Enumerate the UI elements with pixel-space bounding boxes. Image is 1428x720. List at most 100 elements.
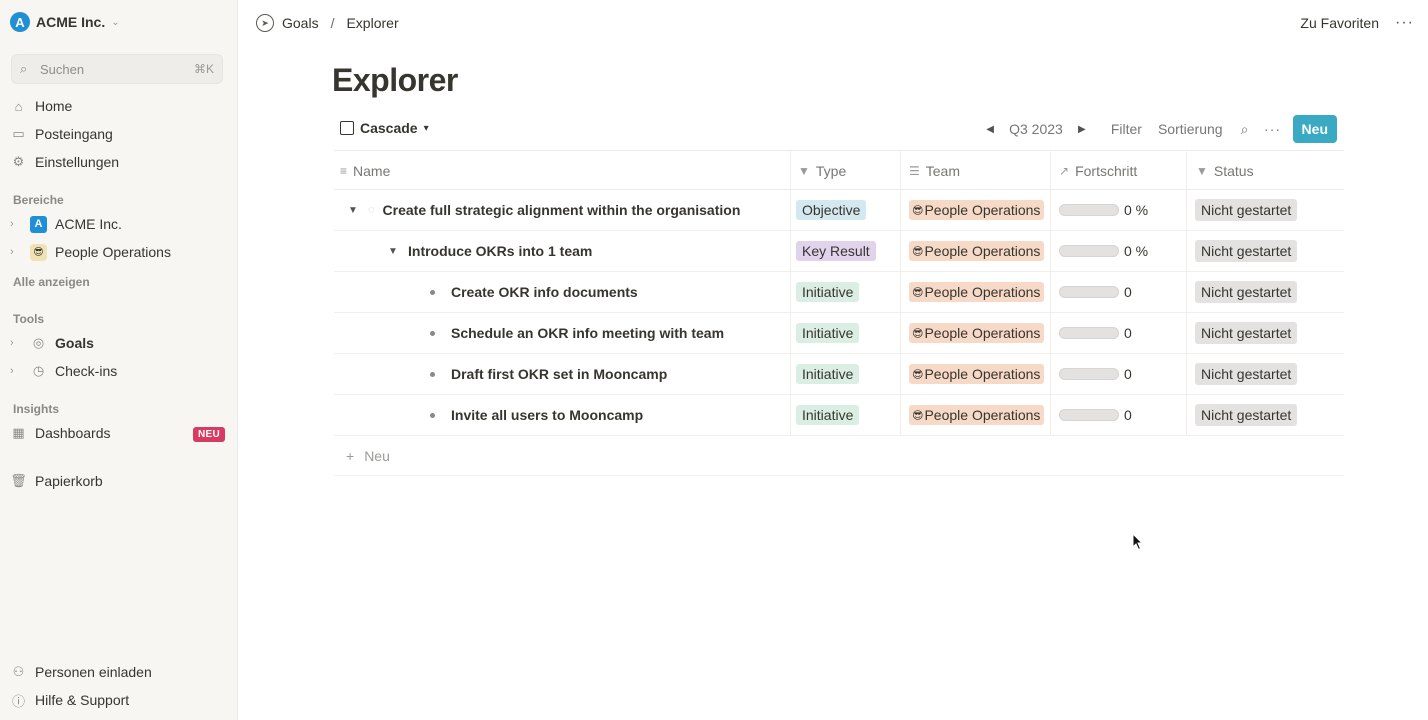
compass-icon: ◎: [32, 335, 45, 350]
more-options-icon[interactable]: ···: [1395, 14, 1414, 32]
sidebar-item-trash[interactable]: 🗑 Papierkorb: [10, 469, 102, 493]
name-cell[interactable]: Schedule an OKR info meeting with team: [430, 313, 724, 353]
search-icon[interactable]: ⌕: [1231, 121, 1259, 138]
sidebar-item-home[interactable]: ⌂ Home: [10, 94, 73, 118]
goal-name[interactable]: Schedule an OKR info meeting with team: [451, 325, 724, 341]
type-cell[interactable]: Initiative: [796, 313, 860, 353]
team-cell[interactable]: 😎 People Operations: [909, 190, 1045, 230]
more-options-icon[interactable]: ···: [1259, 121, 1287, 137]
previous-period-button[interactable]: ◀: [979, 124, 1001, 135]
add-favorite-button[interactable]: Zu Favoriten: [1300, 15, 1379, 31]
progress-cell[interactable]: 0: [1059, 354, 1132, 394]
type-cell[interactable]: Initiative: [796, 272, 860, 312]
status-cell[interactable]: Nicht gestartet: [1195, 354, 1298, 394]
team-cell[interactable]: 😎 People Operations: [909, 354, 1045, 394]
type-cell[interactable]: Objective: [796, 190, 867, 230]
column-header-type[interactable]: ▼ Type: [792, 151, 846, 191]
type-cell[interactable]: Initiative: [796, 395, 860, 435]
help-support-button[interactable]: ⓘ Hilfe & Support: [10, 688, 129, 712]
team-cell[interactable]: 😎 People Operations: [909, 395, 1045, 435]
type-cell[interactable]: Initiative: [796, 354, 860, 394]
chevron-right-icon[interactable]: ›: [10, 246, 22, 258]
column-label: Type: [815, 163, 847, 179]
status-cell[interactable]: Nicht gestartet: [1195, 313, 1298, 353]
progress-cell[interactable]: 0: [1059, 395, 1132, 435]
sort-button[interactable]: Sortierung: [1150, 121, 1231, 137]
column-header-team[interactable]: ☰ Team: [903, 151, 960, 191]
name-cell[interactable]: ▼ ◌ Create full strategic alignment within…: [346, 190, 740, 230]
progress-cell[interactable]: 0 %: [1059, 190, 1148, 230]
status-cell[interactable]: Nicht gestartet: [1195, 231, 1298, 271]
column-header-progress[interactable]: ↗ Fortschritt: [1053, 151, 1137, 191]
progress-cell[interactable]: 0: [1059, 313, 1132, 353]
grid-icon: ▦: [12, 425, 25, 440]
column-divider: [900, 150, 901, 436]
sidebar-item-people-operations[interactable]: › 😎 People Operations: [8, 240, 171, 264]
goal-name[interactable]: Invite all users to Mooncamp: [451, 407, 643, 423]
sidebar-item-acme[interactable]: › A ACME Inc.: [8, 212, 122, 236]
team-cell[interactable]: 😎 People Operations: [909, 272, 1045, 312]
column-divider: [790, 150, 791, 436]
progress-cell[interactable]: 0 %: [1059, 231, 1148, 271]
table-row[interactable]: Draft first OKR set in Mooncamp Initiativ…: [334, 354, 1344, 395]
sidebar-item-label: Goals: [55, 335, 94, 351]
team-tag: 😎 People Operations: [909, 364, 1045, 384]
team-emoji-icon: 😎: [912, 409, 924, 422]
expand-toggle-icon[interactable]: ▼: [386, 246, 400, 257]
goals-table: ≡ Name ▼ Type ☰ Team ↗ Fortschritt ▼ Sta…: [334, 150, 1344, 476]
chevron-right-icon[interactable]: ›: [10, 337, 22, 349]
team-name: People Operations: [924, 202, 1041, 218]
table-row[interactable]: Schedule an OKR info meeting with team In…: [334, 313, 1344, 354]
table-row[interactable]: Invite all users to Mooncamp Initiative 😎 P…: [334, 395, 1344, 436]
plus-icon: +: [346, 447, 355, 464]
table-row[interactable]: Create OKR info documents Initiative 😎 Peop…: [334, 272, 1344, 313]
table-row[interactable]: ▼ ◌ Create full strategic alignment within…: [334, 190, 1344, 231]
sidebar-item-inbox[interactable]: ▭ Posteingang: [10, 122, 113, 146]
team-name: People Operations: [924, 243, 1041, 259]
progress-cell[interactable]: 0: [1059, 272, 1132, 312]
column-header-name[interactable]: ≡ Name: [334, 151, 390, 191]
chevron-right-icon[interactable]: ›: [10, 365, 22, 377]
section-label-areas: Bereiche: [13, 193, 64, 207]
goal-name[interactable]: Create full strategic alignment within t…: [383, 202, 741, 218]
add-row-button[interactable]: + Neu: [334, 436, 1344, 476]
breadcrumb-explorer[interactable]: Explorer: [346, 15, 398, 31]
search-input[interactable]: ⌕ Suchen ⌘K: [11, 54, 223, 84]
status-cell[interactable]: Nicht gestartet: [1195, 190, 1298, 230]
status-cell[interactable]: Nicht gestartet: [1195, 272, 1298, 312]
goal-name[interactable]: Introduce OKRs into 1 team: [408, 243, 592, 259]
status-badge: Nicht gestartet: [1195, 322, 1298, 344]
sidebar-item-dashboards[interactable]: ▦ Dashboards: [10, 421, 110, 445]
name-cell[interactable]: Create OKR info documents: [430, 272, 638, 312]
column-header-status[interactable]: ▼ Status: [1190, 151, 1254, 191]
status-cell[interactable]: Nicht gestartet: [1195, 395, 1298, 435]
team-name: People Operations: [924, 284, 1041, 300]
sidebar-item-goals[interactable]: › ◎ Goals: [8, 331, 94, 355]
filter-button[interactable]: Filter: [1103, 121, 1150, 137]
view-name: Cascade: [360, 120, 418, 136]
section-label-insights: Insights: [13, 402, 60, 416]
workspace-switcher[interactable]: A ACME Inc. ⌄: [10, 11, 120, 33]
next-period-button[interactable]: ▶: [1071, 124, 1093, 135]
team-cell[interactable]: 😎 People Operations: [909, 313, 1045, 353]
invite-people-button[interactable]: ⚇ Personen einladen: [10, 660, 152, 684]
name-cell[interactable]: Invite all users to Mooncamp: [430, 395, 643, 435]
table-row[interactable]: ▼ Introduce OKRs into 1 team Key Result 😎 Pe…: [334, 231, 1344, 272]
period-label[interactable]: Q3 2023: [1001, 121, 1071, 137]
sidebar-item-check-ins[interactable]: › ◷ Check-ins: [8, 359, 117, 383]
view-selector[interactable]: Cascade ▾: [340, 120, 429, 136]
name-cell[interactable]: Draft first OKR set in Mooncamp: [430, 354, 667, 394]
bullet-icon: [430, 412, 435, 418]
type-cell[interactable]: Key Result: [796, 231, 876, 271]
chevron-right-icon[interactable]: ›: [10, 218, 22, 230]
breadcrumb-goals[interactable]: Goals: [282, 15, 319, 31]
team-cell[interactable]: 😎 People Operations: [909, 231, 1045, 271]
sidebar-item-label: ACME Inc.: [55, 216, 122, 232]
new-button[interactable]: Neu: [1292, 115, 1337, 143]
goal-name[interactable]: Create OKR info documents: [451, 284, 638, 300]
name-cell[interactable]: ▼ Introduce OKRs into 1 team: [386, 231, 592, 271]
sidebar-item-settings[interactable]: ⚙ Einstellungen: [10, 150, 119, 174]
goal-name[interactable]: Draft first OKR set in Mooncamp: [451, 366, 667, 382]
show-all-link[interactable]: Alle anzeigen: [13, 275, 90, 289]
expand-toggle-icon[interactable]: ▼: [346, 205, 360, 216]
